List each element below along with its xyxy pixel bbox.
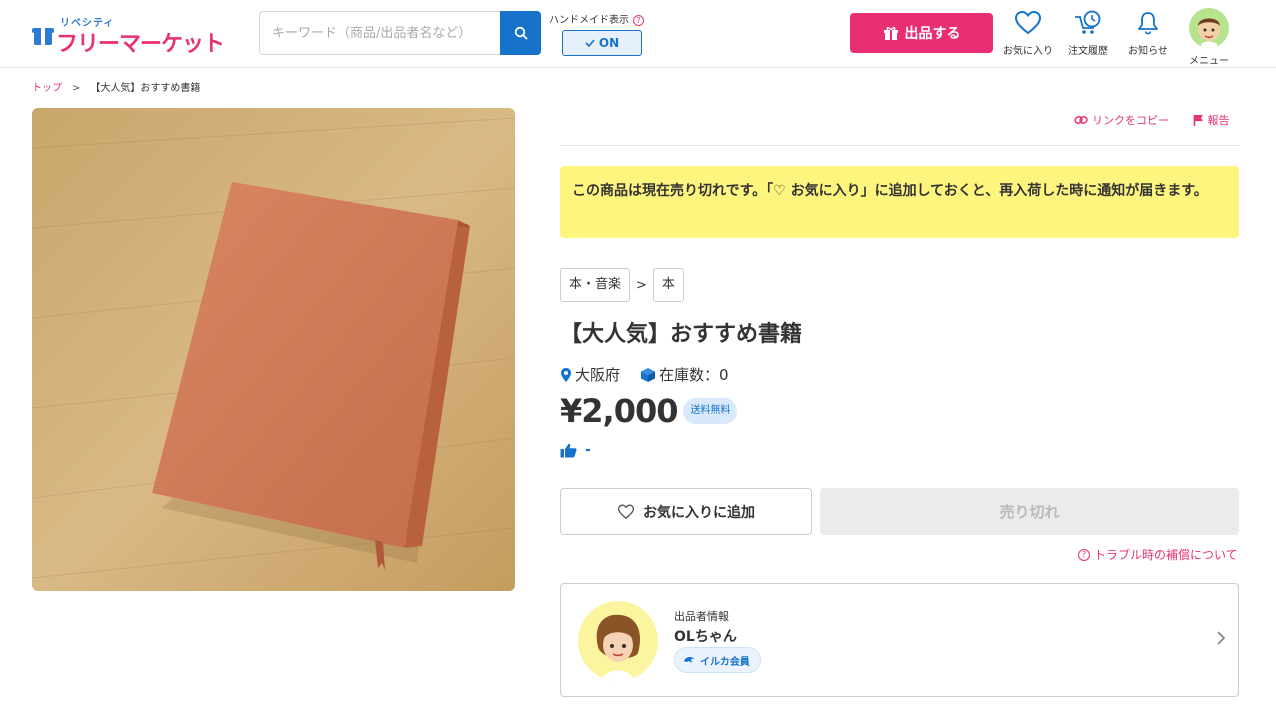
copy-link-button[interactable]: リンクをコピー [1074, 112, 1169, 128]
seller-card[interactable]: 出品者情報 OLちゃん イルカ会員 [560, 583, 1239, 697]
soldout-button: 売り切れ [820, 488, 1239, 535]
product-image[interactable] [32, 108, 515, 591]
add-favorite-button[interactable]: お気に入りに追加 [560, 488, 812, 535]
gift-icon [883, 27, 898, 40]
add-favorite-label: お気に入りに追加 [643, 504, 755, 521]
order-history-icon [1075, 10, 1101, 34]
heart-icon [1014, 10, 1042, 35]
member-badge: イルカ会員 [674, 647, 761, 673]
breadcrumb: トップ > 【大人気】おすすめ書籍 [32, 79, 200, 94]
handmade-label: ハンドメイド表示 [549, 15, 629, 26]
location: 大阪府 [560, 364, 620, 385]
gift-logo-icon [32, 24, 54, 46]
stock-text: 在庫数：0 [659, 366, 729, 384]
handmade-toggle[interactable]: ON [562, 30, 642, 56]
price-row: ¥2,000 送料無料 [560, 392, 738, 430]
thumbs-up-icon [560, 443, 577, 457]
nav-favorites-label: お気に入り [1003, 46, 1053, 57]
divider [560, 145, 1239, 146]
sell-button-label: 出品する [904, 26, 961, 42]
bell-icon [1138, 12, 1158, 35]
heart-outline-icon [617, 504, 635, 519]
category-breadcrumb: 本・音楽 > 本 [560, 268, 684, 302]
product-meta: 大阪府 在庫数：0 [560, 364, 729, 385]
product-title: 【大人気】おすすめ書籍 [560, 322, 803, 347]
breadcrumb-current: 【大人気】おすすめ書籍 [90, 83, 201, 94]
nav-menu-label: メニュー [1189, 56, 1229, 67]
site-header: リベシティ フリーマーケット ハンドメイド表示? ON 出品する お気に入り 注… [0, 0, 1276, 68]
copy-link-label: リンクをコピー [1092, 114, 1169, 127]
box-icon [641, 367, 656, 382]
logo-title: フリーマーケット [56, 32, 225, 57]
location-text: 大阪府 [575, 366, 621, 384]
search-input[interactable] [259, 11, 500, 55]
report-button[interactable]: 報告 [1193, 112, 1230, 128]
likes: - [560, 442, 591, 458]
sell-button[interactable]: 出品する [850, 13, 993, 53]
stock: 在庫数：0 [640, 364, 729, 385]
breadcrumb-top[interactable]: トップ [32, 83, 62, 94]
category-chip-books-music[interactable]: 本・音楽 [560, 268, 631, 302]
seller-name: OLちゃん [674, 629, 737, 645]
location-pin-icon [561, 367, 571, 382]
soldout-notice: この商品は現在売り切れです。「♡ お気に入り」に追加しておくと、再入荷した時に通… [560, 166, 1239, 238]
member-badge-label: イルカ会員 [700, 656, 750, 668]
flag-icon [1193, 115, 1203, 126]
dolphin-icon [684, 656, 694, 663]
check-icon [585, 39, 595, 47]
chevron-right-icon [1217, 631, 1226, 645]
nav-notifications-label: お知らせ [1128, 46, 1168, 57]
category-chip-books[interactable]: 本 [652, 268, 684, 302]
seller-avatar [578, 601, 658, 681]
search-button[interactable] [500, 11, 541, 55]
product-actions: リンクをコピー 報告 [1074, 112, 1230, 129]
search-bar [259, 11, 541, 55]
trouble-compensation-label: トラブル時の補償について [1094, 548, 1238, 562]
site-logo[interactable]: リベシティ フリーマーケット [32, 14, 244, 57]
link-icon [1074, 116, 1088, 124]
category-separator: > [636, 277, 647, 293]
nav-orders-label: 注文履歴 [1068, 46, 1108, 57]
nav-orders[interactable]: 注文履歴 [1058, 10, 1118, 62]
nav-menu[interactable]: メニュー [1179, 8, 1239, 67]
user-avatar [1189, 8, 1229, 48]
report-label: 報告 [1207, 114, 1230, 127]
nav-favorites[interactable]: お気に入り [998, 10, 1058, 62]
handmade-toggle-label: ON [598, 36, 620, 50]
help-icon[interactable]: ? [633, 15, 644, 26]
shipping-badge: 送料無料 [683, 398, 738, 424]
handmade-filter: ハンドメイド表示? ON [549, 11, 669, 57]
nav-notifications[interactable]: お知らせ [1118, 10, 1178, 62]
likes-count: - [585, 442, 591, 458]
price: ¥2,000 [560, 392, 678, 430]
question-circle-icon: ? [1078, 548, 1090, 561]
breadcrumb-separator: > [72, 83, 81, 94]
trouble-compensation-link[interactable]: ? トラブル時の補償について [1078, 546, 1238, 563]
seller-section-label: 出品者情報 [674, 610, 729, 623]
search-icon [514, 26, 527, 40]
